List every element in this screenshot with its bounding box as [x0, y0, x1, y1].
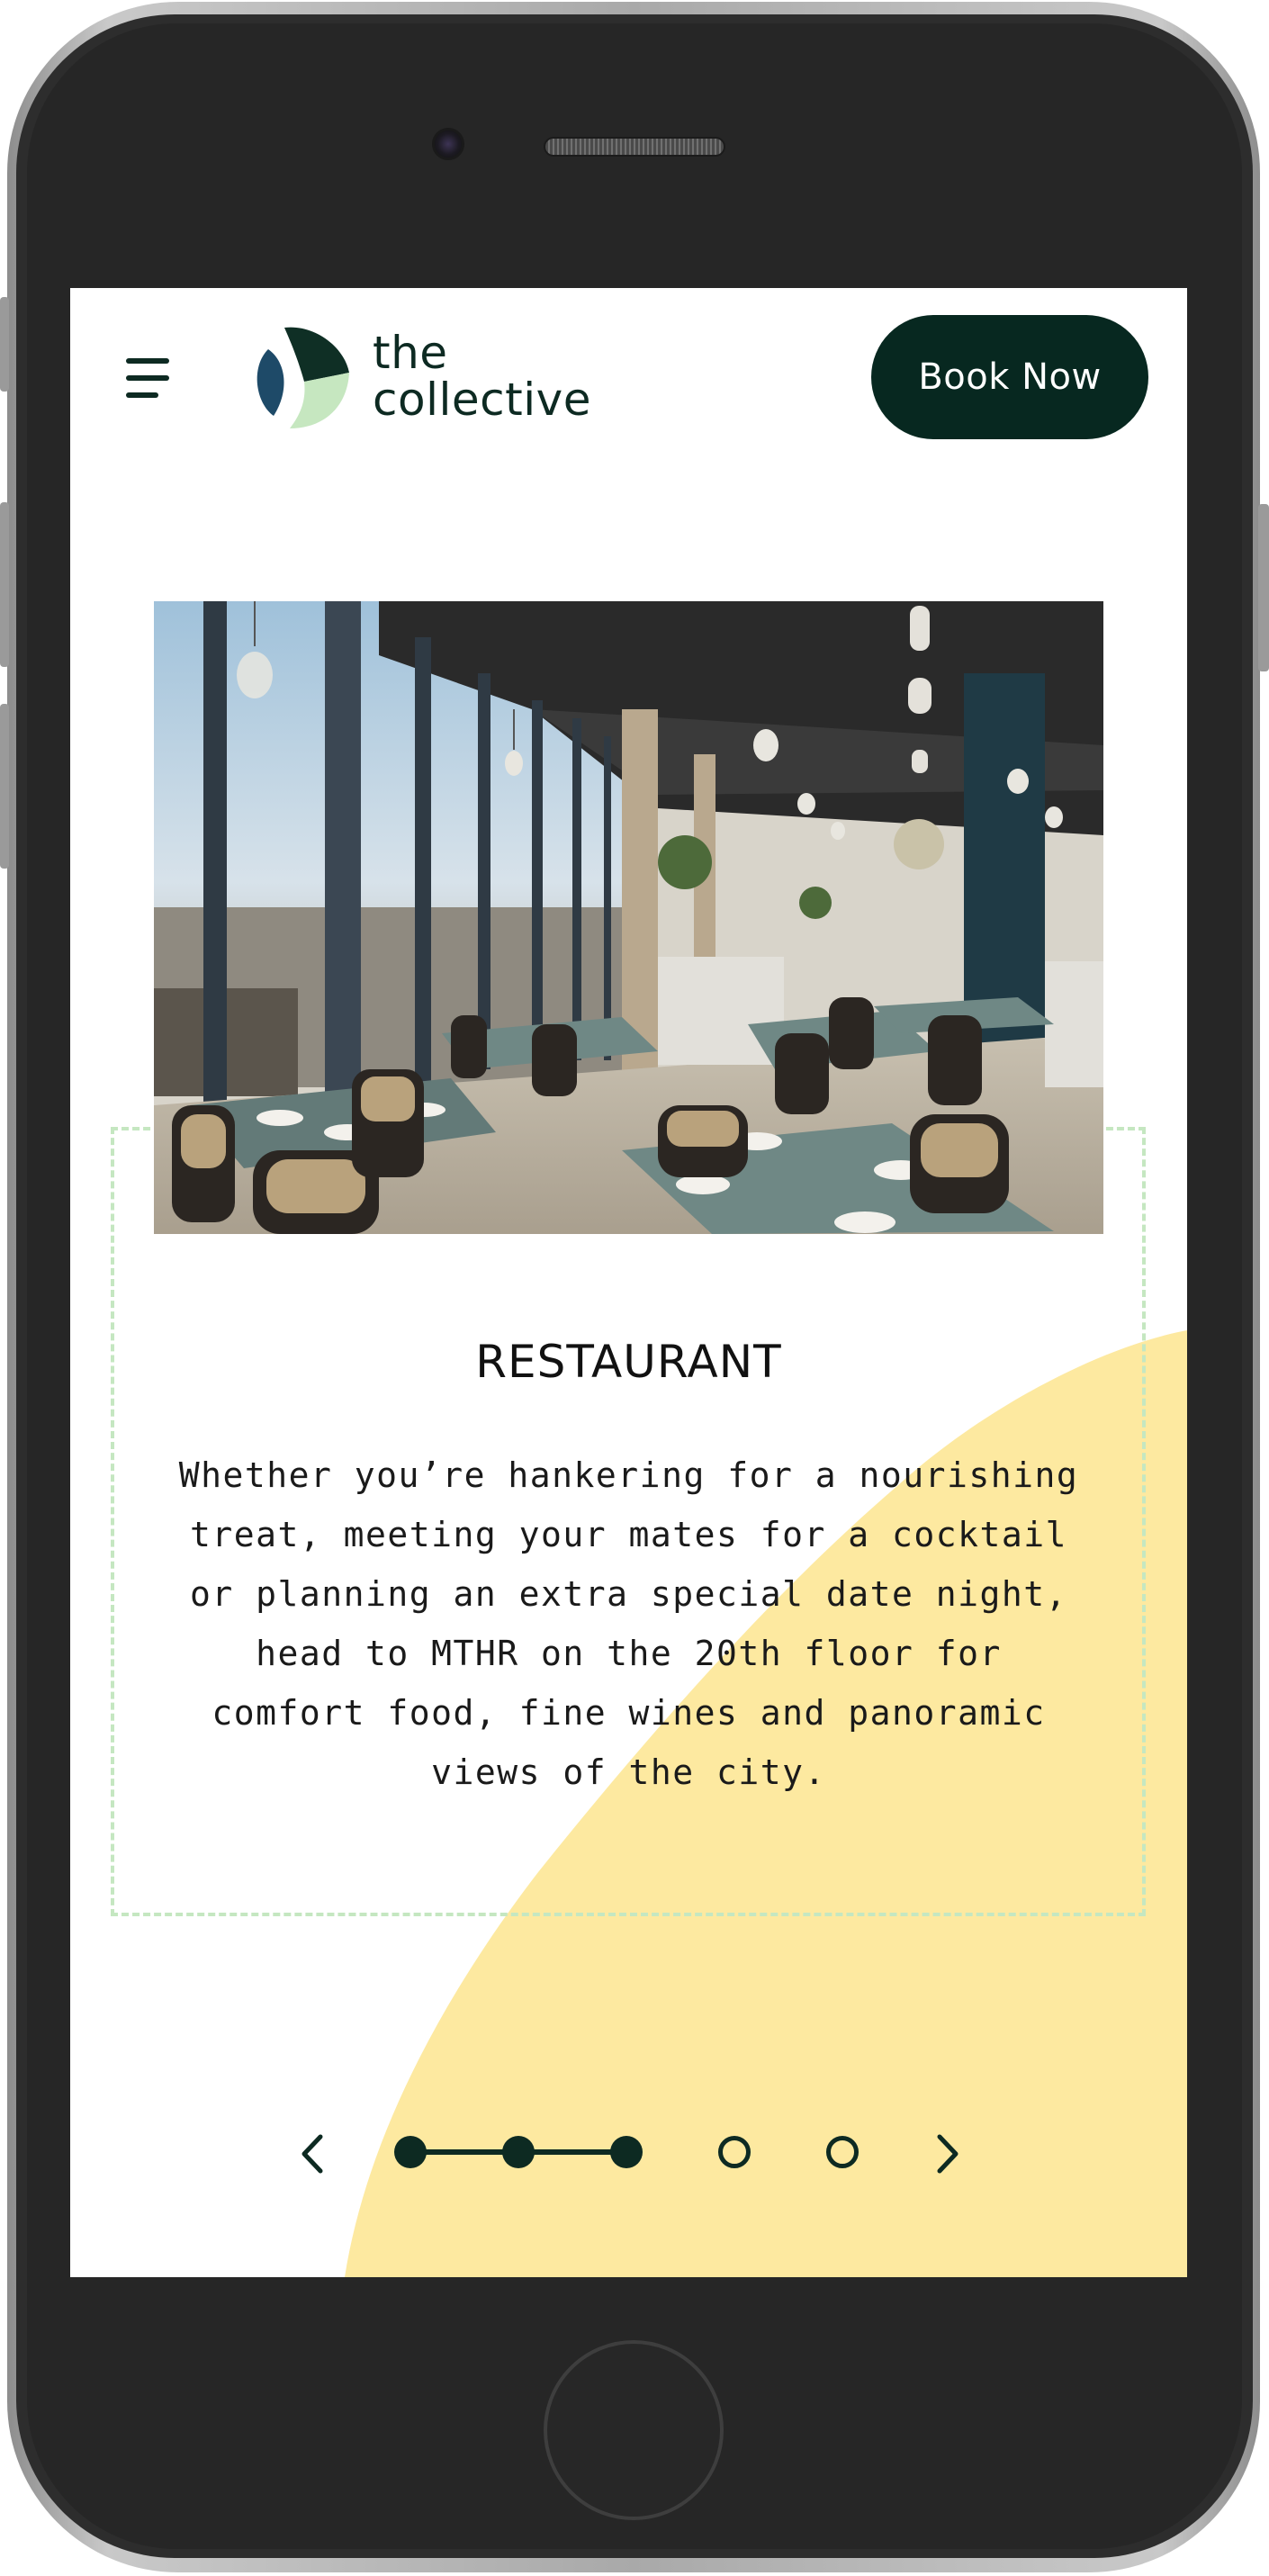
book-now-button[interactable]: Book Now: [871, 315, 1148, 439]
logo-wordmark[interactable]: the collective: [373, 329, 591, 423]
screen: the collective Book Now RESTAURANT Wheth…: [70, 288, 1187, 2277]
site-header: the collective Book Now: [70, 288, 1187, 468]
carousel-dot-1[interactable]: [394, 2136, 427, 2168]
chevron-right-icon[interactable]: [923, 2131, 968, 2176]
collective-logo-icon[interactable]: [250, 326, 353, 430]
phone-power-button: [1258, 504, 1269, 671]
logo-line-2: collective: [373, 374, 591, 426]
phone-volume-down: [0, 704, 9, 869]
carousel-dot-4[interactable]: [718, 2136, 751, 2168]
card-title: RESTAURANT: [475, 1336, 782, 1388]
chevron-left-icon[interactable]: [292, 2131, 337, 2176]
earpiece-speaker: [544, 137, 725, 157]
carousel-dot-2[interactable]: [502, 2136, 535, 2168]
carousel-dot-5[interactable]: [826, 2136, 859, 2168]
phone-volume-up: [0, 502, 9, 667]
logo-line-1: the: [373, 327, 448, 379]
front-camera: [432, 128, 464, 160]
phone-mute-switch: [0, 297, 9, 392]
restaurant-photo-illustration: [154, 601, 1103, 1234]
home-button[interactable]: [544, 2340, 724, 2520]
hamburger-menu-icon[interactable]: [126, 358, 180, 400]
card-description: Whether you’re hankering for a nourishin…: [178, 1455, 1079, 1792]
carousel-dot-3[interactable]: [610, 2136, 643, 2168]
restaurant-photo: [154, 601, 1103, 1234]
